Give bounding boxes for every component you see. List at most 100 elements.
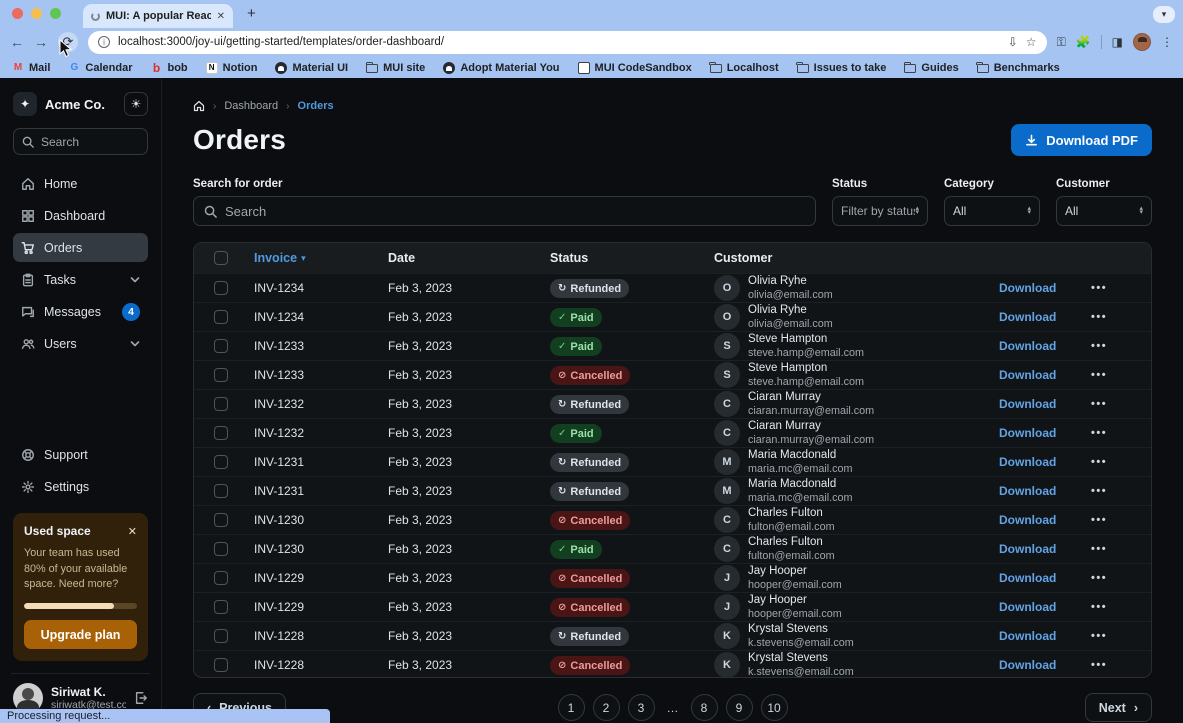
page-number-button[interactable]: … <box>663 701 683 715</box>
row-menu-icon[interactable]: ••• <box>1091 311 1151 323</box>
sidebar-item-home[interactable]: Home <box>13 169 148 198</box>
sidebar-item-tasks[interactable]: Tasks <box>13 265 148 294</box>
install-app-icon[interactable]: ⇩ <box>1008 35 1018 49</box>
back-button[interactable]: ← <box>10 34 24 50</box>
bookmark-item[interactable]: MUI CodeSandbox <box>578 62 692 74</box>
download-link[interactable]: Download <box>999 484 1091 498</box>
page-number-button[interactable]: 2 <box>593 694 620 721</box>
sidebar-item-settings[interactable]: Settings <box>13 472 148 501</box>
close-icon[interactable]: ✕ <box>128 525 137 538</box>
row-checkbox[interactable] <box>214 600 228 614</box>
download-link[interactable]: Download <box>999 397 1091 411</box>
sidebar-item-support[interactable]: Support <box>13 440 148 469</box>
download-link[interactable]: Download <box>999 455 1091 469</box>
sidebar-item-dashboard[interactable]: Dashboard <box>13 201 148 230</box>
invoice-column-header[interactable]: Invoice ▾ <box>254 251 388 265</box>
page-number-button[interactable]: 1 <box>558 694 585 721</box>
download-link[interactable]: Download <box>999 281 1091 295</box>
download-link[interactable]: Download <box>999 368 1091 382</box>
forward-button[interactable]: → <box>34 34 48 50</box>
breadcrumb-dashboard[interactable]: Dashboard <box>224 100 278 112</box>
download-link[interactable]: Download <box>999 426 1091 440</box>
bookmark-item[interactable]: Guides <box>904 62 958 74</box>
category-filter-select[interactable]: All ▴▾ <box>944 196 1040 226</box>
row-checkbox[interactable] <box>214 484 228 498</box>
site-info-icon[interactable]: i <box>98 36 110 48</box>
bookmark-item[interactable]: Calendar <box>68 62 132 74</box>
new-tab-button[interactable]: + <box>247 5 256 22</box>
download-link[interactable]: Download <box>999 513 1091 527</box>
home-icon[interactable] <box>193 100 205 112</box>
download-link[interactable]: Download <box>999 571 1091 585</box>
download-link[interactable]: Download <box>999 310 1091 324</box>
download-link[interactable]: Download <box>999 629 1091 643</box>
row-menu-icon[interactable]: ••• <box>1091 369 1151 381</box>
bookmark-item[interactable]: Localhost <box>710 62 779 74</box>
close-window-button[interactable] <box>12 8 23 19</box>
theme-toggle-button[interactable]: ☀ <box>124 92 148 116</box>
select-all-checkbox[interactable] <box>214 251 228 265</box>
row-menu-icon[interactable]: ••• <box>1091 659 1151 671</box>
tab-search-chevron-icon[interactable]: ▾ <box>1153 6 1175 23</box>
bookmark-item[interactable]: Material UI <box>275 62 348 74</box>
download-link[interactable]: Download <box>999 542 1091 556</box>
row-menu-icon[interactable]: ••• <box>1091 543 1151 555</box>
extensions-puzzle-icon[interactable]: 🧩 <box>1076 35 1091 49</box>
customer-filter-select[interactable]: All ▴▾ <box>1056 196 1152 226</box>
bookmark-item[interactable]: MUI site <box>366 62 425 74</box>
row-checkbox[interactable] <box>214 397 228 411</box>
url-text[interactable]: localhost:3000/joy-ui/getting-started/te… <box>118 36 1000 48</box>
row-checkbox[interactable] <box>214 281 228 295</box>
page-number-button[interactable]: 9 <box>726 694 753 721</box>
row-menu-icon[interactable]: ••• <box>1091 630 1151 642</box>
sidebar-item-orders[interactable]: Orders <box>13 233 148 262</box>
side-panel-icon[interactable]: ◨ <box>1112 35 1123 49</box>
download-pdf-button[interactable]: Download PDF <box>1011 124 1152 156</box>
next-page-button[interactable]: Next › <box>1085 693 1152 722</box>
row-menu-icon[interactable]: ••• <box>1091 282 1151 294</box>
sidebar-item-users[interactable]: Users <box>13 329 148 358</box>
address-bar[interactable]: i localhost:3000/joy-ui/getting-started/… <box>88 31 1047 54</box>
row-checkbox[interactable] <box>214 339 228 353</box>
download-link[interactable]: Download <box>999 600 1091 614</box>
row-menu-icon[interactable]: ••• <box>1091 398 1151 410</box>
row-menu-icon[interactable]: ••• <box>1091 514 1151 526</box>
row-menu-icon[interactable]: ••• <box>1091 340 1151 352</box>
row-checkbox[interactable] <box>214 368 228 382</box>
bookmark-star-icon[interactable]: ☆ <box>1026 35 1037 49</box>
row-checkbox[interactable] <box>214 455 228 469</box>
page-number-button[interactable]: 10 <box>761 694 788 721</box>
password-manager-icon[interactable]: ⚿ <box>1057 35 1066 50</box>
minimize-window-button[interactable] <box>31 8 42 19</box>
row-checkbox[interactable] <box>214 310 228 324</box>
upgrade-plan-button[interactable]: Upgrade plan <box>24 620 137 649</box>
status-filter-select[interactable]: Filter by status ▴▾ <box>832 196 928 226</box>
bookmark-item[interactable]: Notion <box>206 62 258 74</box>
acme-logo-icon[interactable]: ✦ <box>13 92 37 116</box>
order-search-input[interactable]: Search <box>193 196 816 226</box>
row-menu-icon[interactable]: ••• <box>1091 601 1151 613</box>
row-menu-icon[interactable]: ••• <box>1091 485 1151 497</box>
tab-close-icon[interactable]: ✕ <box>217 11 225 22</box>
browser-menu-icon[interactable]: ⋮ <box>1161 35 1173 49</box>
bookmark-item[interactable]: Benchmarks <box>977 62 1060 74</box>
download-link[interactable]: Download <box>999 658 1091 672</box>
page-number-button[interactable]: 3 <box>628 694 655 721</box>
browser-profile-avatar[interactable] <box>1133 33 1151 51</box>
bookmark-item[interactable]: Mail <box>12 62 50 74</box>
row-checkbox[interactable] <box>214 571 228 585</box>
bookmark-item[interactable]: Issues to take <box>797 62 887 74</box>
bookmark-item[interactable]: bob <box>150 62 187 74</box>
row-checkbox[interactable] <box>214 513 228 527</box>
download-link[interactable]: Download <box>999 339 1091 353</box>
row-checkbox[interactable] <box>214 426 228 440</box>
logout-icon[interactable] <box>134 691 148 705</box>
bookmark-item[interactable]: Adopt Material You <box>443 62 559 74</box>
row-menu-icon[interactable]: ••• <box>1091 572 1151 584</box>
row-menu-icon[interactable]: ••• <box>1091 427 1151 439</box>
page-number-button[interactable]: 8 <box>691 694 718 721</box>
sidebar-item-messages[interactable]: Messages 4 <box>13 297 148 326</box>
maximize-window-button[interactable] <box>50 8 61 19</box>
browser-tab[interactable]: MUI: A popular React UI fram ✕ <box>83 4 233 28</box>
sidebar-search-input[interactable]: Search <box>13 128 148 155</box>
